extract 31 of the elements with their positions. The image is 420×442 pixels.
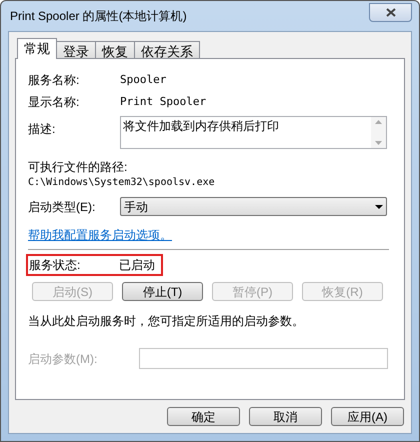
tab[interactable]: 常规: [17, 38, 57, 59]
field-value: Spooler: [120, 72, 166, 88]
action-button[interactable]: 确定: [167, 407, 240, 426]
hint-text: 当从此处启动服务时，您可指定所适用的启动参数。: [28, 313, 305, 329]
field-label: 可执行文件的路径:: [28, 159, 128, 175]
scroll-up-icon[interactable]: [375, 120, 382, 124]
action-button[interactable]: 停止(T): [122, 282, 203, 301]
scroll-down-icon[interactable]: [375, 141, 382, 145]
window-title: Print Spooler 的属性(本地计算机): [9, 8, 187, 25]
field-value: Print Spooler: [120, 94, 206, 110]
description-box[interactable]: 将文件加载到内存供稍后打印: [120, 116, 387, 149]
startup-type-dropdown[interactable]: 手动: [120, 197, 387, 216]
tab[interactable]: 登录: [56, 41, 96, 59]
close-button[interactable]: [369, 2, 412, 22]
dropdown-arrow-icon: [375, 204, 383, 208]
field-label: 启动参数(M):: [28, 350, 98, 368]
field-label: 显示名称:: [28, 94, 80, 111]
close-icon: [386, 8, 396, 16]
status-label: 服务状态:: [29, 257, 82, 274]
tab[interactable]: 依存关系: [134, 41, 200, 59]
field-label: 描述:: [28, 121, 56, 138]
help-link[interactable]: 帮助我配置服务启动选项。: [28, 228, 172, 242]
tab[interactable]: 恢复: [95, 41, 135, 59]
field-label: 启动类型(E):: [28, 198, 96, 216]
field-label: 服务名称:: [28, 72, 80, 89]
executable-path: C:\Windows\System32\spoolsv.exe: [28, 176, 216, 190]
action-button[interactable]: 应用(A): [331, 407, 404, 426]
action-button[interactable]: 取消: [249, 407, 322, 426]
status-value: 已启动: [119, 257, 155, 274]
description-text: 将文件加载到内存供稍后打印: [122, 118, 279, 135]
scrollbar[interactable]: [371, 117, 386, 148]
